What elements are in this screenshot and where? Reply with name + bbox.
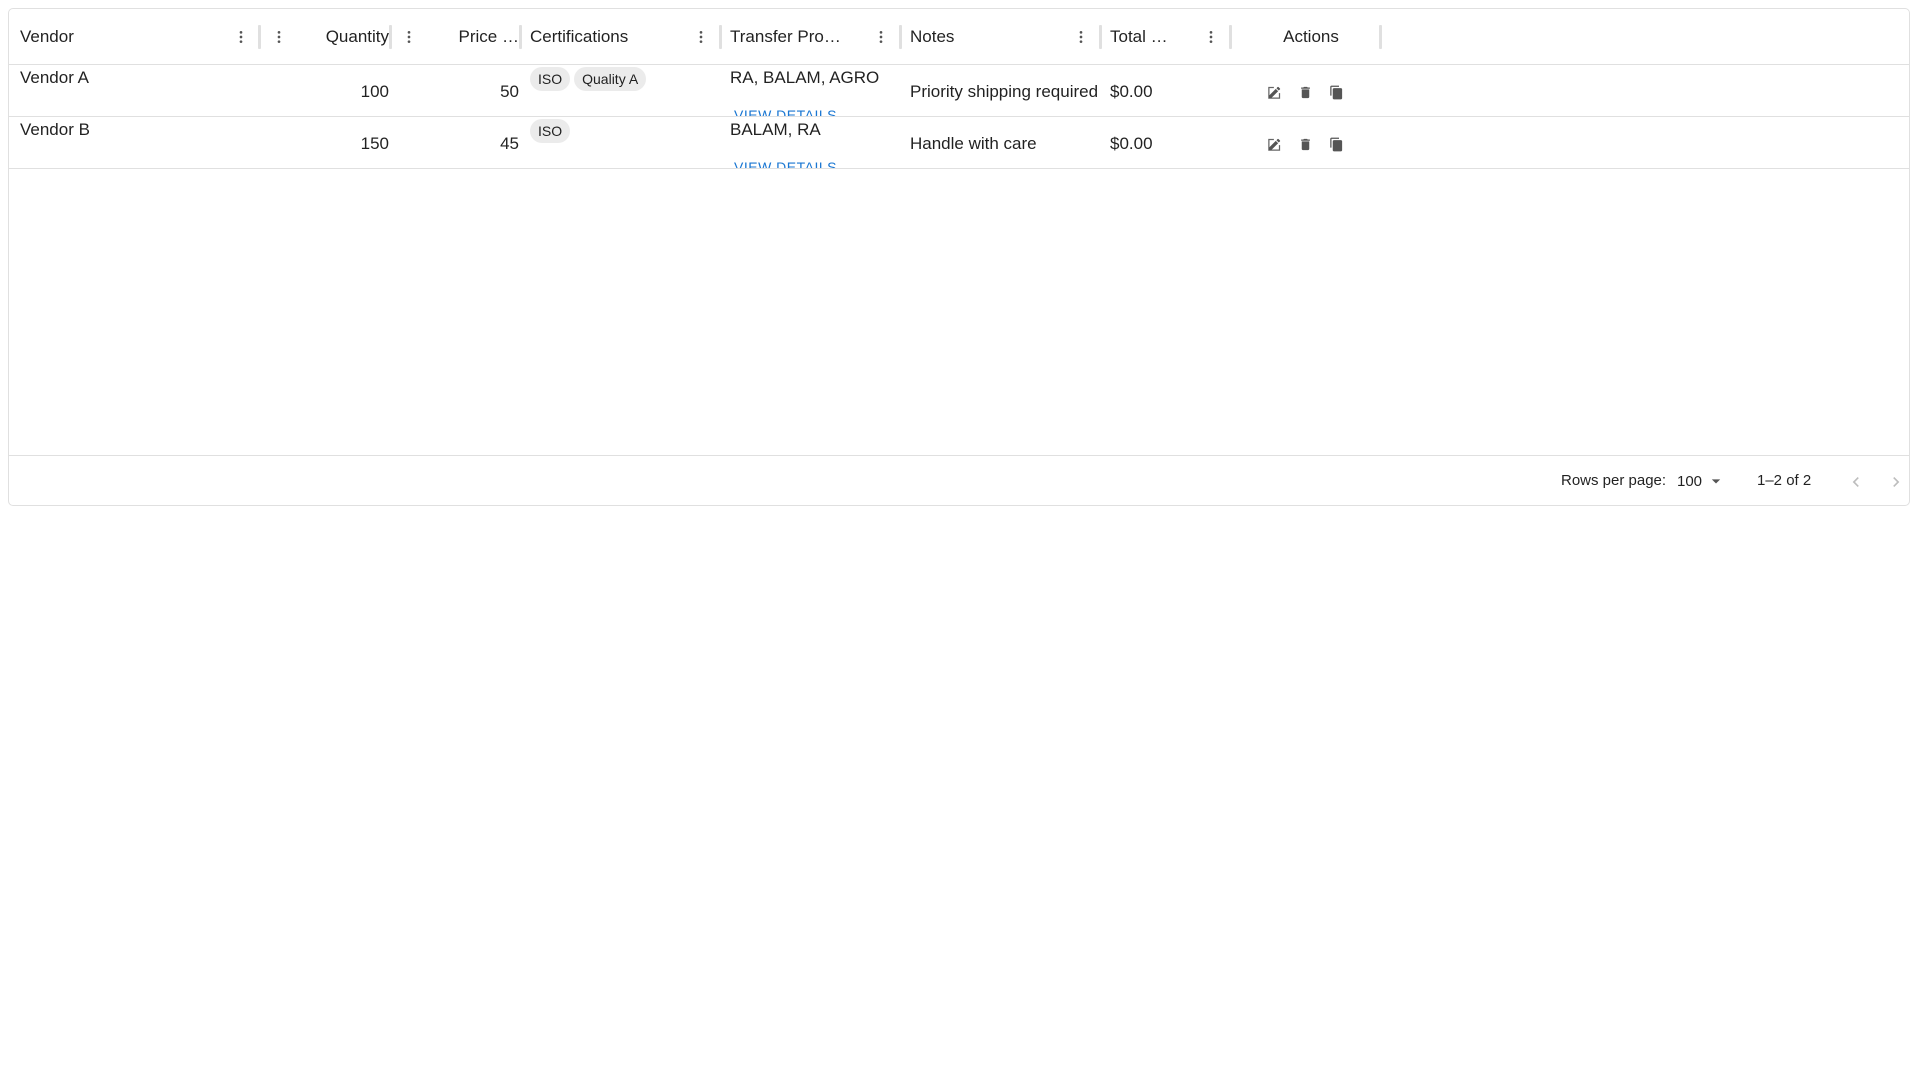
column-separator[interactable] xyxy=(719,25,722,49)
rows-per-page-label: Rows per page: xyxy=(1561,472,1667,489)
column-title-price: Price … xyxy=(458,27,519,46)
delete-icon[interactable] xyxy=(1296,135,1314,153)
pagination-range: 1–2 of 2 xyxy=(1757,472,1812,489)
column-menu-quantity-icon[interactable] xyxy=(269,27,289,47)
view-details-link[interactable]: VIEW DETAILS xyxy=(734,159,837,168)
column-title-total: Total … xyxy=(1110,27,1168,46)
column-separator[interactable] xyxy=(389,25,392,49)
view-details-link[interactable]: VIEW DETAILS xyxy=(734,107,837,116)
cell-transfer: BALAM, RA xyxy=(730,120,821,139)
column-header-total[interactable]: Total … xyxy=(1110,9,1170,65)
edit-icon[interactable] xyxy=(1265,83,1283,101)
cell-price: 45 xyxy=(500,134,519,153)
next-page-icon[interactable] xyxy=(1883,469,1909,495)
cell-total: $0.00 xyxy=(1110,82,1153,101)
column-header-transfer[interactable]: Transfer Prop… xyxy=(730,9,850,65)
rows-per-page-value: 100 xyxy=(1677,472,1703,490)
column-separator[interactable] xyxy=(519,25,522,49)
certification-chip: ISO xyxy=(530,119,571,143)
column-separator[interactable] xyxy=(258,25,261,49)
dropdown-arrow-icon xyxy=(1711,479,1721,484)
column-separator[interactable] xyxy=(1099,25,1102,49)
column-title-quantity: Quantity xyxy=(325,27,389,46)
column-header-actions: Actions xyxy=(1241,9,1381,65)
cell-vendor: Vendor A xyxy=(20,68,90,87)
column-header-vendor[interactable]: Vendor xyxy=(20,9,235,65)
delete-icon[interactable] xyxy=(1296,83,1314,101)
column-header-price[interactable]: Price … xyxy=(421,9,519,65)
cell-quantity: 100 xyxy=(360,82,389,101)
cell-quantity: 150 xyxy=(360,134,389,153)
column-menu-total-icon[interactable] xyxy=(1201,27,1221,47)
copy-icon[interactable] xyxy=(1327,83,1345,101)
certification-chip: Quality A xyxy=(574,67,647,91)
column-title-certifications: Certifications xyxy=(530,27,629,46)
column-header-certifications[interactable]: Certifications xyxy=(530,9,690,65)
column-separator[interactable] xyxy=(1379,25,1382,49)
cell-certifications: ISO xyxy=(530,119,574,143)
column-separator[interactable] xyxy=(1229,25,1232,49)
cell-vendor: Vendor B xyxy=(20,120,90,139)
column-header-quantity[interactable]: Quantity xyxy=(289,9,389,65)
column-menu-certifications-icon[interactable] xyxy=(691,27,711,47)
cell-price: 50 xyxy=(500,82,519,101)
table-row[interactable]: Vendor B 150 45 ISO BALAM, RA VIEW DETAI… xyxy=(9,117,1909,169)
column-title-vendor: Vendor xyxy=(20,27,74,46)
pagination-footer: Rows per page: 100 1–2 of 2 xyxy=(9,455,1909,507)
edit-icon[interactable] xyxy=(1265,135,1283,153)
column-menu-price-icon[interactable] xyxy=(399,27,419,47)
copy-icon[interactable] xyxy=(1327,135,1345,153)
cell-notes: Handle with care xyxy=(910,134,1037,153)
column-menu-notes-icon[interactable] xyxy=(1071,27,1091,47)
previous-page-icon[interactable] xyxy=(1843,469,1869,495)
column-separator[interactable] xyxy=(899,25,902,49)
column-title-transfer: Transfer Prop… xyxy=(730,27,850,46)
column-title-actions: Actions xyxy=(1283,27,1339,46)
rows-per-page-select[interactable]: 100 xyxy=(1677,471,1726,491)
column-menu-vendor-icon[interactable] xyxy=(231,27,251,47)
cell-transfer: RA, BALAM, AGRO xyxy=(730,68,880,87)
data-grid: Vendor Quantity Price … Certifications T… xyxy=(8,8,1910,506)
column-header-row: Vendor Quantity Price … Certifications T… xyxy=(9,9,1909,65)
cell-certifications: ISO Quality A xyxy=(530,67,650,91)
column-header-notes[interactable]: Notes xyxy=(910,9,1070,65)
column-menu-transfer-icon[interactable] xyxy=(871,27,891,47)
table-row[interactable]: Vendor A 100 50 ISO Quality A RA, BALAM, … xyxy=(9,65,1909,117)
certification-chip: ISO xyxy=(530,67,571,91)
cell-notes: Priority shipping required xyxy=(910,82,1099,101)
column-title-notes: Notes xyxy=(910,27,955,46)
cell-total: $0.00 xyxy=(1110,134,1153,153)
